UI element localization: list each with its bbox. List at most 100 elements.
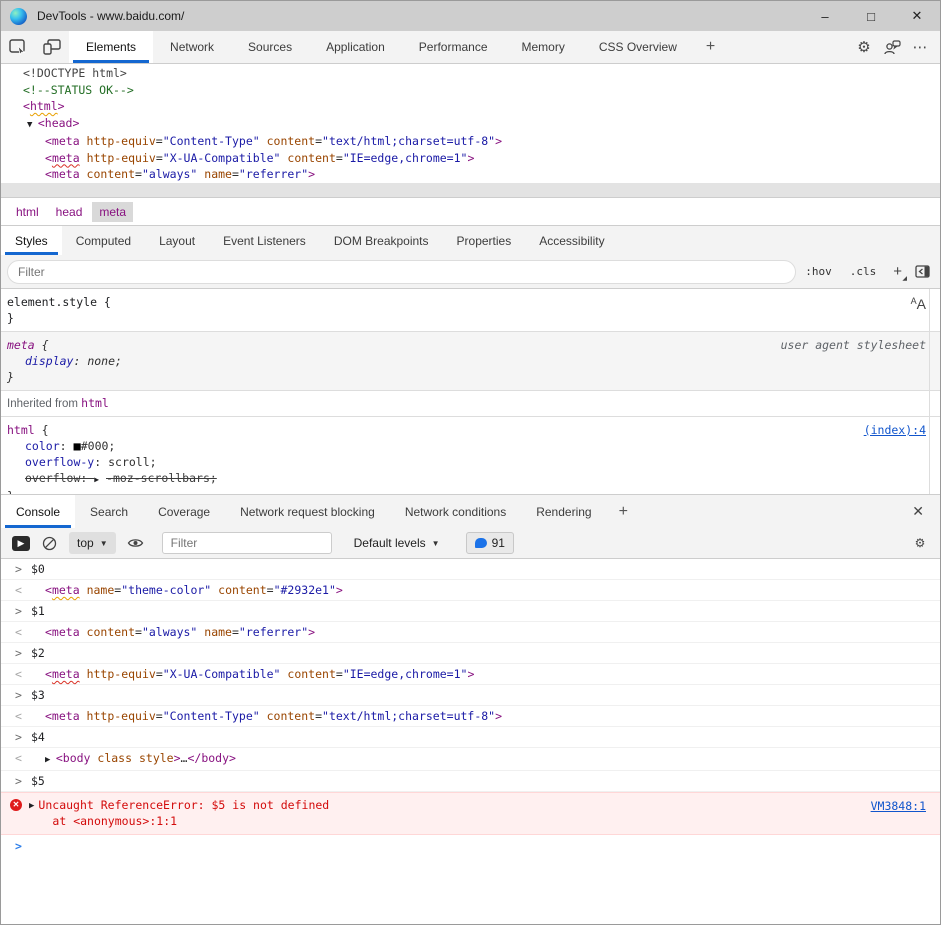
clear-console-icon[interactable]	[37, 531, 61, 555]
feedback-icon[interactable]	[878, 33, 906, 61]
tree-line-meta-xua[interactable]: <meta http-equiv="X-UA-Compatible" conte…	[1, 150, 940, 167]
close-button[interactable]: ✕	[894, 1, 940, 31]
inspect-element-icon[interactable]	[1, 31, 35, 63]
console-input-text: $1	[31, 603, 45, 619]
live-expression-eye-icon[interactable]	[124, 531, 148, 555]
tab-elements[interactable]: Elements	[69, 31, 153, 63]
breadcrumb-meta[interactable]: meta	[92, 202, 133, 222]
tab-rendering[interactable]: Rendering	[521, 495, 606, 528]
tab-network[interactable]: Network	[153, 31, 231, 63]
css-property-overflow-y[interactable]: overflow-y: scroll;	[7, 454, 928, 470]
tab-event-listeners[interactable]: Event Listeners	[209, 226, 320, 255]
tab-network-conditions[interactable]: Network conditions	[390, 495, 521, 528]
breadcrumb-head[interactable]: head	[49, 202, 90, 222]
minimize-button[interactable]: –	[802, 1, 848, 31]
more-tabs-icon[interactable]: +	[694, 31, 727, 63]
console-settings-gear-icon[interactable]: ⚙	[908, 531, 932, 555]
output-chevron-icon: <	[1, 750, 31, 766]
console-sidebar-toggle-icon[interactable]: ▶	[9, 531, 33, 555]
console-filter-input[interactable]	[162, 532, 332, 554]
more-options-icon[interactable]: ⋯	[906, 33, 934, 61]
element-classes-button[interactable]: .cls	[841, 265, 886, 278]
error-message: Uncaught ReferenceError: $5 is not defin…	[38, 797, 329, 813]
tree-line-meta-referrer[interactable]: <meta content="always" name="referrer">	[1, 166, 940, 183]
tab-accessibility[interactable]: Accessibility	[525, 226, 618, 255]
rule-selector[interactable]: html {	[7, 422, 928, 438]
settings-gear-icon[interactable]: ⚙	[850, 33, 878, 61]
console-prompt[interactable]: >	[1, 835, 940, 855]
window-title: DevTools - www.baidu.com/	[37, 9, 184, 23]
styles-scrollbar[interactable]	[929, 289, 930, 494]
tab-dom-breakpoints[interactable]: DOM Breakpoints	[320, 226, 443, 255]
input-chevron-icon: >	[1, 645, 31, 661]
element-style-rule[interactable]: element.style { } AA	[1, 289, 940, 332]
console-toolbar: ▶ top ▼ Default levels ▼ 91 ⚙	[1, 528, 940, 559]
javascript-context-selector[interactable]: top ▼	[69, 532, 116, 554]
window-controls: – □ ✕	[802, 1, 940, 31]
tree-line-comment[interactable]: <!--STATUS OK-->	[1, 82, 940, 99]
tree-line-meta-content-type[interactable]: <meta http-equiv="Content-Type" content=…	[1, 133, 940, 150]
tab-application[interactable]: Application	[309, 31, 402, 63]
more-drawer-tools-icon[interactable]: +	[607, 495, 640, 528]
elements-tree: <!DOCTYPE html> <!--STATUS OK--> <html> …	[1, 64, 940, 197]
tree-line-doctype[interactable]: <!DOCTYPE html>	[1, 65, 940, 82]
tab-sources[interactable]: Sources	[231, 31, 309, 63]
inherited-from-link[interactable]: html	[81, 396, 109, 410]
breadcrumb-html[interactable]: html	[9, 202, 46, 222]
context-value: top	[77, 536, 94, 550]
devtools-window: DevTools - www.baidu.com/ – □ ✕ Elements…	[0, 0, 941, 925]
tab-performance[interactable]: Performance	[402, 31, 505, 63]
tab-search[interactable]: Search	[75, 495, 143, 528]
tab-layout[interactable]: Layout	[145, 226, 209, 255]
styles-filter-input[interactable]	[7, 260, 796, 284]
expand-triangle-icon[interactable]: ▶	[29, 798, 34, 814]
console-input-row: >$4	[1, 727, 940, 748]
stylesheet-source-link[interactable]: (index):4	[864, 422, 926, 438]
output-chevron-icon: <	[1, 624, 31, 640]
corner-triangle-icon: ◢	[902, 275, 907, 282]
error-source-link[interactable]: VM3848:1	[871, 798, 926, 814]
toggle-element-state-button[interactable]: :hov	[796, 265, 841, 278]
rule-close: }	[7, 310, 928, 326]
stylesheet-origin-label: user agent stylesheet	[781, 337, 926, 353]
console-output-value[interactable]: <meta http-equiv="Content-Type" content=…	[31, 708, 502, 724]
console-messages-badge[interactable]: 91	[466, 532, 514, 554]
maximize-button[interactable]: □	[848, 1, 894, 31]
computed-styles-sidebar-icon[interactable]	[910, 265, 934, 278]
console-input-row: >$2	[1, 643, 940, 664]
input-chevron-icon: >	[1, 603, 31, 619]
console-input-text: $5	[31, 773, 45, 789]
tab-coverage[interactable]: Coverage	[143, 495, 225, 528]
styles-pane: element.style { } AA meta { display: non…	[1, 289, 940, 494]
edge-logo-icon	[10, 8, 27, 25]
console-output-value[interactable]: <meta content="always" name="referrer">	[31, 624, 315, 640]
tab-computed[interactable]: Computed	[62, 226, 145, 255]
tree-line-head[interactable]: ▼ <head>	[1, 115, 940, 134]
tree-line-html[interactable]: <html>	[1, 98, 940, 115]
new-style-rule-button[interactable]: +◢	[885, 263, 910, 280]
close-drawer-icon[interactable]: ✕	[906, 499, 930, 524]
tab-console[interactable]: Console	[1, 495, 75, 528]
console-output-row: <▶ <body class style>…</body>	[1, 748, 940, 771]
font-editor-icon[interactable]: AA	[911, 293, 926, 314]
title-bar: DevTools - www.baidu.com/ – □ ✕	[1, 1, 940, 31]
console-output-value[interactable]: <meta name="theme-color" content="#2932e…	[31, 582, 343, 598]
css-property-color[interactable]: color: ■#000;	[7, 438, 928, 454]
device-toolbar-icon[interactable]	[35, 31, 69, 63]
css-property-overflow-overridden[interactable]: overflow: ▶ -moz-scrollbars;	[7, 470, 928, 488]
tree-line-meta-theme-color-selected[interactable]: ...<meta name="theme-color" content="#29…	[1, 183, 940, 198]
panel-tabs: Elements Network Sources Application Per…	[69, 31, 727, 63]
console-input-text: $4	[31, 729, 45, 745]
log-levels-dropdown[interactable]: Default levels ▼	[346, 536, 448, 550]
breadcrumb: html head meta	[1, 197, 940, 226]
html-rule: html { color: ■#000; overflow-y: scroll;…	[1, 417, 940, 494]
rule-open[interactable]: element.style {	[7, 294, 928, 310]
tab-css-overview[interactable]: CSS Overview	[582, 31, 694, 63]
console-output-value[interactable]: <meta http-equiv="X-UA-Compatible" conte…	[31, 666, 474, 682]
console-output-body-expandable[interactable]: ▶ <body class style>…</body>	[31, 750, 236, 768]
chevron-down-icon: ▼	[432, 539, 440, 548]
tab-properties[interactable]: Properties	[443, 226, 526, 255]
tab-memory[interactable]: Memory	[505, 31, 582, 63]
tab-network-request-blocking[interactable]: Network request blocking	[225, 495, 390, 528]
tab-styles[interactable]: Styles	[1, 226, 62, 255]
